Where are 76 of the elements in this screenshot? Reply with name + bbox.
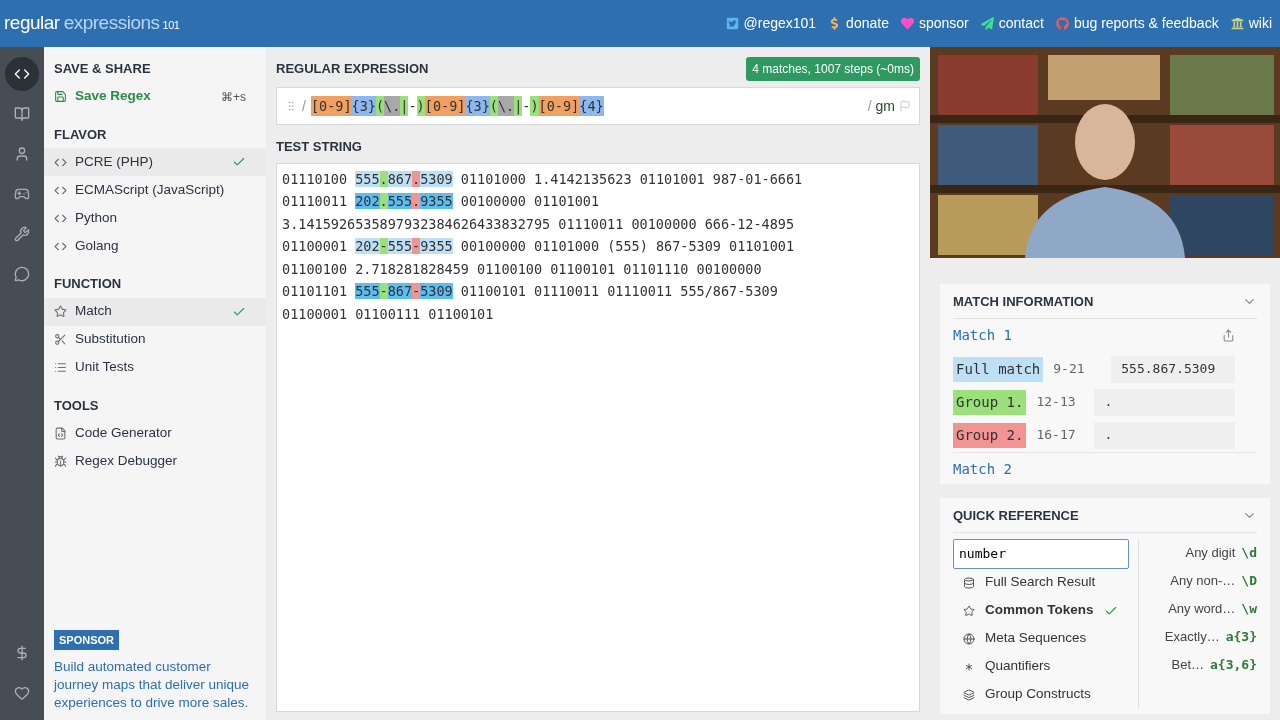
regex-delimiter: / bbox=[302, 96, 306, 116]
test-string-line: 01101101 555-867-5309 01100101 01110011 01110011 555/867-5309 bbox=[282, 282, 779, 302]
match-label: Group 2. bbox=[953, 422, 1027, 448]
section-title: QUICK REFERENCE bbox=[953, 507, 1079, 525]
sponsor-badge: SPONSOR bbox=[54, 629, 119, 650]
match-title: Match 1 bbox=[953, 326, 1012, 345]
section-title: TEST STRING bbox=[276, 138, 363, 156]
sidebar-item[interactable]: Match bbox=[44, 297, 266, 326]
sidebar-item[interactable]: Substitution bbox=[44, 325, 266, 354]
test-string-line: 01100100 2.718281828459 01100100 01100101 01101110 00100000 bbox=[282, 259, 763, 279]
regex-token: - bbox=[522, 96, 531, 116]
match-status: 4 matches, 1007 steps (~0ms) bbox=[746, 57, 920, 81]
regex-token: \. bbox=[384, 95, 401, 117]
reference-category[interactable]: Full Search Result bbox=[953, 568, 1130, 597]
regex-field[interactable]: / [0-9]{3}(\.|-)[0-9]{3}(\.|-)[0-9]{4} / gm bbox=[276, 87, 920, 125]
header-link[interactable]: contact bbox=[980, 13, 1044, 34]
match-range: 9-21 bbox=[1053, 360, 1086, 379]
test-string-line: 01100001 01100111 01100101 bbox=[282, 305, 495, 325]
reference-category[interactable]: Common Tokens bbox=[953, 596, 1130, 625]
header-link[interactable]: sponsor bbox=[900, 13, 969, 34]
section-title: MATCH INFORMATION bbox=[953, 293, 1094, 311]
regex-token: [0-9] bbox=[538, 95, 580, 117]
sidebar-item[interactable]: Unit Tests bbox=[44, 353, 266, 382]
reference-category[interactable]: Quantifiers bbox=[953, 652, 1130, 681]
regex-token: {3} bbox=[351, 95, 376, 117]
sidebar-item[interactable]: Golang bbox=[44, 232, 266, 260]
reference-category[interactable]: Group Constructs bbox=[953, 680, 1130, 709]
regex-token: | bbox=[514, 95, 523, 117]
reference-token-row[interactable]: Bet… a{3,6} bbox=[1149, 650, 1257, 679]
match-range: 16-17 bbox=[1036, 426, 1077, 445]
test-string-line: 01100001 202-555-9355 00100000 01101000 (555) 867-5309 01101001 bbox=[282, 237, 796, 257]
regex-token: [0-9] bbox=[424, 95, 466, 117]
reference-token-row[interactable]: Any non-… \D bbox=[1149, 566, 1257, 595]
logo[interactable]: regular expressions 101 bbox=[4, 9, 180, 38]
section-title: FUNCTION bbox=[53, 275, 123, 293]
section-title: TOOLS bbox=[53, 396, 100, 415]
sidebar-item[interactable]: ECMAScript (JavaScript) bbox=[44, 176, 266, 204]
match-value: 555.867.5309 bbox=[1111, 355, 1235, 383]
section-title: REGULAR EXPRESSION bbox=[276, 60, 429, 79]
section-title: SAVE & SHARE bbox=[53, 60, 152, 78]
reference-token-row[interactable]: Any digit \d bbox=[1149, 538, 1257, 567]
header-link[interactable]: @regex101 bbox=[725, 13, 817, 34]
match-range: 12-13 bbox=[1036, 393, 1077, 412]
match-label: Full match bbox=[953, 356, 1044, 382]
reference-token-row[interactable]: Exactly… a{3} bbox=[1149, 622, 1257, 651]
test-string-line: 01110011 202.555.9355 00100000 01101001 bbox=[282, 192, 601, 212]
regex-delimiter: / bbox=[867, 96, 872, 116]
test-string-line: 3.1415926535897932384626433832795 01110011 00100000 666-12-4895 bbox=[282, 214, 796, 234]
match-value: . bbox=[1094, 421, 1235, 449]
reference-search-field[interactable]: number bbox=[953, 538, 1129, 569]
section-title: FLAVOR bbox=[53, 125, 108, 144]
match-label: Group 1. bbox=[953, 389, 1027, 415]
regex-token: ( bbox=[489, 95, 498, 117]
sponsor-ad[interactable]: Build automated customer journey maps that deliver unique experiences to drive more sales. bbox=[54, 658, 256, 712]
regex-token: ) bbox=[416, 95, 425, 117]
regex-token: {4} bbox=[579, 95, 604, 117]
reference-token-row[interactable]: Any word… \w bbox=[1149, 594, 1257, 623]
sidebar-item[interactable]: Code Generator bbox=[44, 419, 266, 447]
match-title: Match 2 bbox=[953, 460, 1012, 479]
match-value: . bbox=[1094, 388, 1235, 416]
regex-token: - bbox=[408, 96, 417, 116]
regex-token: {3} bbox=[465, 95, 490, 117]
header-link[interactable]: wiki bbox=[1230, 13, 1272, 34]
header-link[interactable]: bug reports & feedback bbox=[1055, 13, 1219, 34]
reference-category[interactable]: Meta Sequences bbox=[953, 624, 1130, 653]
sidebar-item[interactable]: Python bbox=[44, 204, 266, 232]
regex-token: [0-9] bbox=[310, 95, 352, 117]
header-link[interactable]: donate bbox=[828, 13, 889, 34]
sidebar-item[interactable]: Save Regex ⌘+s bbox=[44, 82, 266, 111]
regex-token: | bbox=[400, 95, 409, 117]
regex-token: ) bbox=[530, 95, 539, 117]
sidebar-item[interactable]: Regex Debugger bbox=[44, 447, 266, 475]
regex-flags[interactable]: gm bbox=[875, 95, 895, 117]
regex-token: ( bbox=[375, 95, 385, 117]
test-string-line: 01110100 555.867.5309 01101000 1.4142135623 01101001 987-01-6661 bbox=[282, 169, 804, 189]
sidebar-item[interactable]: PCRE (PHP) bbox=[44, 148, 266, 176]
